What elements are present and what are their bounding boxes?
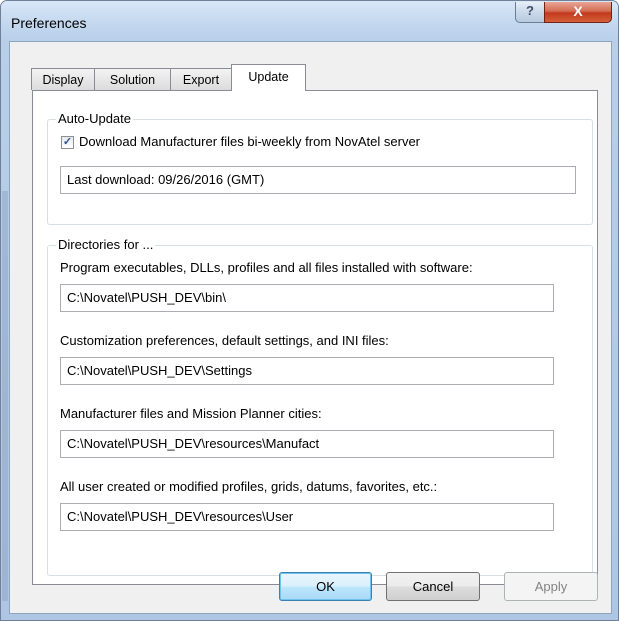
manufacturer-dir-input[interactable]: C:\Novatel\PUSH_DEV\resources\Manufact: [60, 430, 554, 458]
update-tab-panel: Auto-Update ✓ Download Manufacturer file…: [32, 90, 598, 585]
help-icon: ?: [526, 3, 534, 18]
download-checkbox[interactable]: ✓: [61, 136, 74, 149]
manufacturer-dir-label: Manufacturer files and Mission Planner c…: [60, 406, 322, 421]
directories-group: Directories for ... Program executables,…: [47, 237, 593, 576]
auto-update-group: Auto-Update ✓ Download Manufacturer file…: [47, 111, 593, 225]
tab-display[interactable]: Display: [31, 68, 95, 90]
directories-legend: Directories for ...: [56, 237, 156, 252]
cancel-button[interactable]: Cancel: [386, 572, 480, 601]
window-frame-left: [1, 41, 9, 620]
tab-display-label: Display: [42, 73, 84, 87]
apply-button[interactable]: Apply: [504, 572, 598, 601]
auto-update-legend: Auto-Update: [56, 111, 133, 126]
ok-button[interactable]: OK: [279, 572, 372, 601]
last-download-field: Last download: 09/26/2016 (GMT): [60, 166, 576, 194]
settings-dir-input[interactable]: C:\Novatel\PUSH_DEV\Settings: [60, 357, 554, 385]
dialog-client-area: Display Solution Export Update Auto-Upda…: [9, 41, 612, 614]
program-dir-input[interactable]: C:\Novatel\PUSH_DEV\bin\: [60, 284, 554, 312]
close-icon: X: [573, 3, 583, 19]
close-button[interactable]: X: [544, 2, 612, 23]
user-dir-input[interactable]: C:\Novatel\PUSH_DEV\resources\User: [60, 503, 554, 531]
checkmark-icon: ✓: [62, 136, 73, 148]
tab-update[interactable]: Update: [231, 64, 306, 91]
help-button[interactable]: ?: [515, 2, 545, 23]
download-checkbox-label[interactable]: Download Manufacturer files bi-weekly fr…: [79, 134, 420, 149]
tab-solution[interactable]: Solution: [94, 68, 171, 90]
user-dir-label: All user created or modified profiles, g…: [60, 479, 438, 494]
window-title: Preferences: [11, 15, 87, 31]
tab-export[interactable]: Export: [170, 68, 232, 90]
settings-dir-label: Customization preferences, default setti…: [60, 333, 389, 348]
program-dir-label: Program executables, DLLs, profiles and …: [60, 260, 473, 275]
tab-export-label: Export: [182, 73, 220, 87]
tab-update-label: Update: [248, 70, 289, 84]
title-bar[interactable]: Preferences ? X: [1, 1, 618, 41]
tab-solution-label: Solution: [109, 73, 156, 87]
preferences-window: Preferences ? X Display Solution Export …: [0, 0, 619, 621]
